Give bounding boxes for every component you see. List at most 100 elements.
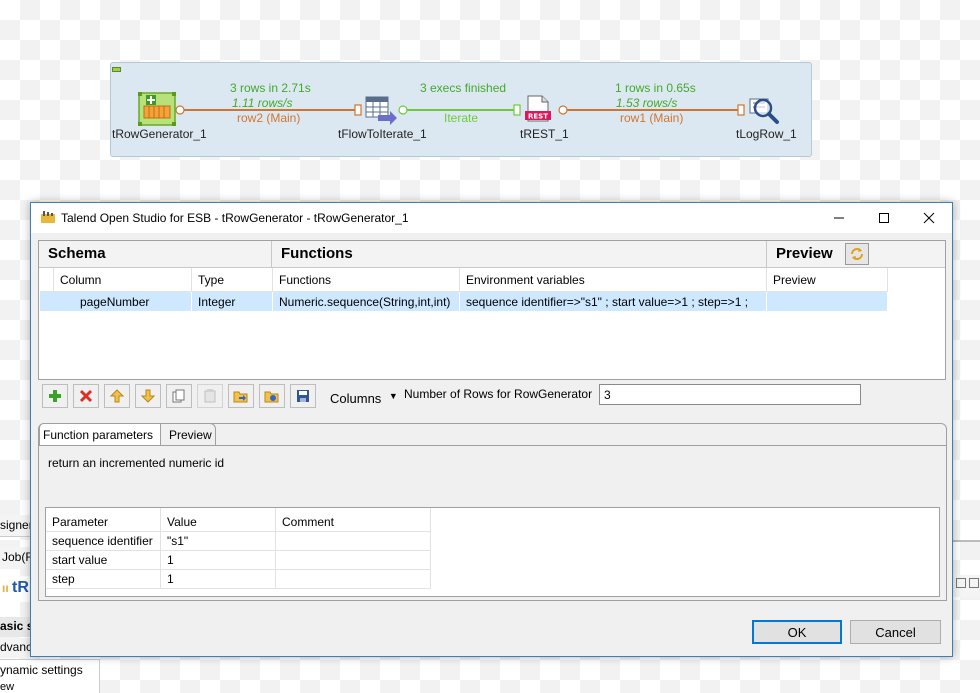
move-up-button[interactable] (104, 384, 130, 408)
param-header-value[interactable]: Value (161, 508, 276, 532)
rows-count-label: Number of Rows for RowGenerator (404, 387, 593, 401)
tab-function-parameters[interactable]: Function parameters (39, 423, 161, 445)
row-generator-dialog: Talend Open Studio for ESB - tRowGenerat… (30, 202, 953, 657)
minimize-icon (834, 217, 844, 219)
col-header-column[interactable]: Column (54, 268, 192, 292)
function-parameters-body: return an incremented numeric id Paramet… (39, 445, 946, 601)
link-stat-row1: 1 rows in 0.65s (615, 81, 696, 95)
row-marker-header (40, 268, 54, 292)
copy-icon (172, 389, 185, 403)
maximize-icon (879, 213, 889, 223)
trowgenerator-icon[interactable] (138, 92, 178, 128)
param-comment[interactable] (276, 551, 431, 570)
param-value[interactable]: 1 (161, 551, 276, 570)
function-tabs-panel: Function parameters Preview return an in… (38, 423, 947, 601)
refresh-preview-button[interactable] (845, 243, 869, 265)
tflowtoiterate-icon[interactable] (364, 95, 398, 125)
input-port (737, 104, 745, 116)
minimize-button[interactable] (816, 203, 862, 233)
rows-count-input[interactable] (599, 384, 861, 405)
link-stat-row2: 3 rows in 2.71s (230, 81, 311, 95)
cell-column-name[interactable]: pageNumber (54, 292, 192, 311)
component-title-fragment: ıı tR (0, 576, 30, 602)
cell-type[interactable]: Integer (192, 292, 273, 311)
paste-icon (204, 389, 216, 403)
delete-icon (79, 389, 93, 403)
dialog-titlebar[interactable]: Talend Open Studio for ESB - tRowGenerat… (31, 203, 952, 233)
talend-app-icon (41, 211, 55, 223)
param-name: step (46, 570, 161, 589)
schema-grid-header: Column Type Functions Environment variab… (40, 268, 888, 292)
close-icon (923, 212, 935, 224)
columns-dropdown[interactable]: Columns ▼ (330, 391, 398, 406)
layout-icon[interactable] (956, 578, 966, 588)
add-icon (49, 390, 61, 402)
tab-preview[interactable]: Preview (166, 423, 216, 445)
output-port (398, 105, 408, 115)
input-port (513, 104, 521, 116)
col-header-env[interactable]: Environment variables (460, 268, 767, 292)
export-icon (264, 391, 279, 403)
export-schema-button[interactable] (259, 384, 285, 408)
import-schema-button[interactable] (228, 384, 254, 408)
link-label-iterate[interactable]: Iterate (444, 111, 478, 125)
designer-tab-fragment[interactable]: signer (0, 515, 30, 537)
copy-button[interactable] (166, 384, 192, 408)
arrow-down-icon (141, 389, 155, 403)
link-rate-row2: 1.11 rows/s (232, 96, 293, 110)
job-tab-fragment[interactable]: Job(R (0, 547, 30, 569)
save-schema-button[interactable] (290, 384, 316, 408)
link-stat-iterate: 3 execs finished (420, 81, 507, 95)
save-icon (297, 390, 309, 402)
component-label-trowgenerator: tRowGenerator_1 (112, 127, 207, 141)
remove-column-button[interactable] (73, 384, 99, 408)
component-label-tlogrow: tLogRow_1 (736, 127, 797, 141)
paste-button[interactable] (197, 384, 223, 408)
param-header-comment[interactable]: Comment (276, 508, 431, 532)
parameters-table: Parameter Value Comment sequence identif… (45, 507, 940, 597)
param-value[interactable]: "s1" (161, 532, 276, 551)
col-header-preview[interactable]: Preview (767, 268, 888, 292)
param-comment[interactable] (276, 532, 431, 551)
param-comment[interactable] (276, 570, 431, 589)
schema-editor: Schema Functions Preview Column Type Fun… (38, 240, 946, 380)
right-panel-fragment (953, 575, 980, 597)
col-header-functions[interactable]: Functions (273, 268, 460, 292)
function-description: return an incremented numeric id (48, 456, 225, 470)
advanced-settings-fragment[interactable]: dvance (0, 638, 30, 658)
link-label-row1[interactable]: row1 (Main) (620, 111, 683, 125)
cell-env-variables[interactable]: sequence identifier=>"s1" ; start value=… (460, 292, 767, 311)
param-header-parameter[interactable]: Parameter (46, 508, 161, 532)
schema-row[interactable]: pageNumber Integer Numeric.sequence(Stri… (40, 292, 888, 311)
maximize-button[interactable] (861, 203, 907, 233)
move-down-button[interactable] (135, 384, 161, 408)
cancel-button[interactable]: Cancel (850, 620, 941, 644)
basic-settings-fragment[interactable]: asic se (0, 617, 30, 637)
right-panel-divider (953, 540, 980, 542)
close-button[interactable] (906, 203, 952, 233)
link-rate-row1: 1.53 rows/s (616, 96, 678, 110)
trest-icon[interactable]: REST (524, 95, 554, 123)
tlogrow-icon[interactable] (748, 95, 782, 125)
dropdown-arrow-icon: ▼ (388, 391, 398, 401)
component-label-trest: tREST_1 (520, 127, 569, 141)
refresh-icon (851, 248, 863, 260)
col-header-type[interactable]: Type (192, 268, 273, 292)
param-name: start value (46, 551, 161, 570)
param-value[interactable]: 1 (161, 570, 276, 589)
cell-preview (767, 292, 888, 311)
columns-dropdown-label: Columns (330, 391, 382, 406)
layout-icon[interactable] (969, 578, 979, 588)
output-port (558, 105, 568, 115)
cell-function[interactable]: Numeric.sequence(String,int,int) (273, 292, 460, 311)
rest-badge-text: REST (528, 113, 548, 121)
view-tab-fragment[interactable]: ew (0, 681, 100, 693)
param-name: sequence identifier (46, 532, 161, 551)
ok-button[interactable]: OK (752, 620, 842, 644)
add-column-button[interactable] (42, 384, 68, 408)
import-icon (233, 391, 248, 403)
link-label-row2[interactable]: row2 (Main) (237, 111, 300, 125)
dynamic-settings-tab[interactable]: ynamic settings (0, 659, 100, 681)
schema-toolbar: Columns ▼ Number of Rows for RowGenerato… (38, 381, 946, 415)
input-port (354, 104, 362, 116)
